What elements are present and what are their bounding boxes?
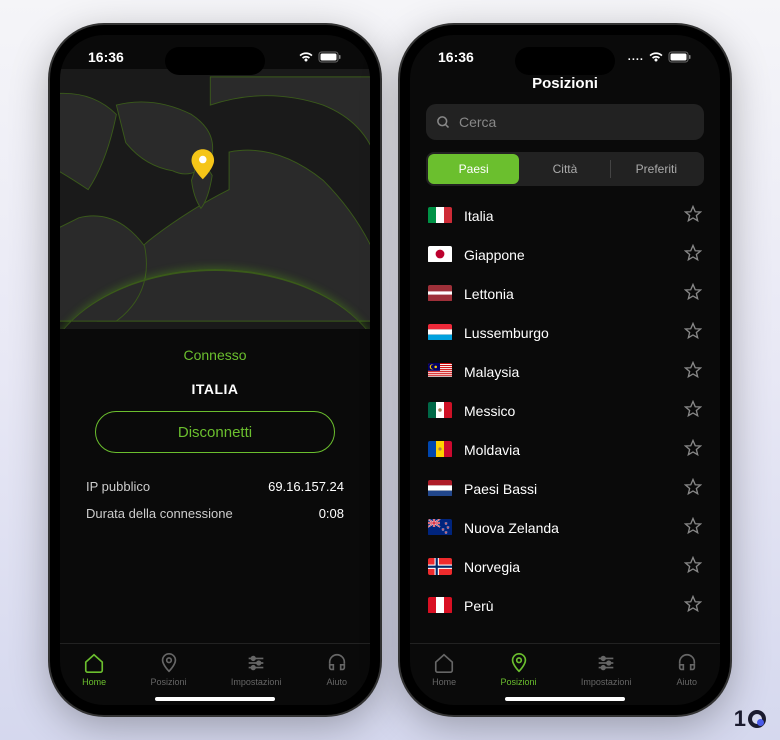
- notch: [515, 47, 615, 75]
- tab-favorites[interactable]: Preferiti: [611, 154, 702, 184]
- sliders-icon: [595, 652, 617, 674]
- country-name: Messico: [464, 403, 672, 419]
- bottom-nav: Home Posizioni Impostazioni Aiuto: [410, 643, 720, 691]
- battery-icon: [668, 51, 692, 63]
- nav-settings[interactable]: Impostazioni: [231, 652, 282, 687]
- notch: [165, 47, 265, 75]
- ip-value: 69.16.157.24: [268, 479, 344, 494]
- battery-icon: [318, 51, 342, 63]
- flag-icon: [428, 558, 452, 575]
- nav-home[interactable]: Home: [432, 652, 456, 687]
- country-row[interactable]: Lussemburgo: [410, 313, 720, 352]
- favorite-star-icon[interactable]: [684, 361, 702, 382]
- country-name: Norvegia: [464, 559, 672, 575]
- favorite-star-icon[interactable]: [684, 283, 702, 304]
- flag-icon: [428, 363, 452, 380]
- search-box[interactable]: [426, 104, 704, 140]
- sliders-icon: [245, 652, 267, 674]
- country-name: Italia: [464, 208, 672, 224]
- favorite-star-icon[interactable]: [684, 400, 702, 421]
- home-indicator[interactable]: [505, 697, 625, 701]
- connected-country: ITALIA: [191, 381, 238, 397]
- duration-label: Durata della connessione: [86, 506, 233, 521]
- nav-help[interactable]: Aiuto: [326, 652, 348, 687]
- headset-icon: [676, 652, 698, 674]
- country-row[interactable]: Norvegia: [410, 547, 720, 586]
- country-row[interactable]: Giappone: [410, 235, 720, 274]
- country-list[interactable]: Italia Giappone Lettonia Lussemburgo Malaysi…: [410, 196, 720, 643]
- wifi-icon: [298, 51, 314, 63]
- pin-icon: [158, 652, 180, 674]
- status-time: 16:36: [438, 49, 474, 65]
- country-name: Moldavia: [464, 442, 672, 458]
- headset-icon: [326, 652, 348, 674]
- ip-row: IP pubblico 69.16.157.24: [82, 473, 348, 500]
- connection-status: Connesso: [183, 347, 246, 363]
- country-name: Lettonia: [464, 286, 672, 302]
- favorite-star-icon[interactable]: [684, 595, 702, 616]
- duration-value: 0:08: [319, 506, 344, 521]
- country-row[interactable]: Paesi Bassi: [410, 469, 720, 508]
- favorite-star-icon[interactable]: [684, 478, 702, 499]
- country-name: Giappone: [464, 247, 672, 263]
- tab-cities[interactable]: Città: [519, 154, 610, 184]
- favorite-star-icon[interactable]: [684, 322, 702, 343]
- country-row[interactable]: Malaysia: [410, 352, 720, 391]
- country-row[interactable]: Moldavia: [410, 430, 720, 469]
- favorite-star-icon[interactable]: [684, 517, 702, 538]
- phone-home: 16:36: [50, 25, 380, 715]
- nav-help[interactable]: Aiuto: [676, 652, 698, 687]
- nav-locations[interactable]: Posizioni: [151, 652, 187, 687]
- favorite-star-icon[interactable]: [684, 244, 702, 265]
- nav-locations[interactable]: Posizioni: [501, 652, 537, 687]
- home-icon: [433, 652, 455, 674]
- map-area: [60, 69, 370, 329]
- flag-icon: [428, 402, 452, 419]
- ip-label: IP pubblico: [86, 479, 150, 494]
- flag-icon: [428, 285, 452, 302]
- favorite-star-icon[interactable]: [684, 556, 702, 577]
- home-indicator[interactable]: [155, 697, 275, 701]
- flag-icon: [428, 246, 452, 263]
- flag-icon: [428, 324, 452, 341]
- country-name: Perù: [464, 598, 672, 614]
- pin-icon: [508, 652, 530, 674]
- country-row[interactable]: Nuova Zelanda: [410, 508, 720, 547]
- segmented-control: Paesi Città Preferiti: [426, 152, 704, 186]
- flag-icon: [428, 207, 452, 224]
- favorite-star-icon[interactable]: [684, 439, 702, 460]
- country-name: Nuova Zelanda: [464, 520, 672, 536]
- search-input[interactable]: [459, 114, 694, 130]
- phone-locations: 16:36 .... Posizioni Paesi Città Preferi…: [400, 25, 730, 715]
- search-icon: [436, 115, 451, 130]
- duration-row: Durata della connessione 0:08: [82, 500, 348, 527]
- disconnect-button[interactable]: Disconnetti: [95, 411, 335, 453]
- status-time: 16:36: [88, 49, 124, 65]
- home-icon: [83, 652, 105, 674]
- bottom-nav: Home Posizioni Impostazioni Aiuto: [60, 643, 370, 691]
- flag-icon: [428, 480, 452, 497]
- tab-countries[interactable]: Paesi: [428, 154, 519, 184]
- brand-logo: 10 1: [734, 706, 766, 732]
- country-name: Malaysia: [464, 364, 672, 380]
- nav-home[interactable]: Home: [82, 652, 106, 687]
- favorite-star-icon[interactable]: [684, 205, 702, 226]
- country-name: Lussemburgo: [464, 325, 672, 341]
- flag-icon: [428, 441, 452, 458]
- country-name: Paesi Bassi: [464, 481, 672, 497]
- country-row[interactable]: Perù: [410, 586, 720, 625]
- country-row[interactable]: Italia: [410, 196, 720, 235]
- wifi-icon: [648, 51, 664, 63]
- flag-icon: [428, 597, 452, 614]
- nav-settings[interactable]: Impostazioni: [581, 652, 632, 687]
- signal-dots-icon: ....: [628, 51, 644, 63]
- country-row[interactable]: Messico: [410, 391, 720, 430]
- flag-icon: [428, 519, 452, 536]
- country-row[interactable]: Lettonia: [410, 274, 720, 313]
